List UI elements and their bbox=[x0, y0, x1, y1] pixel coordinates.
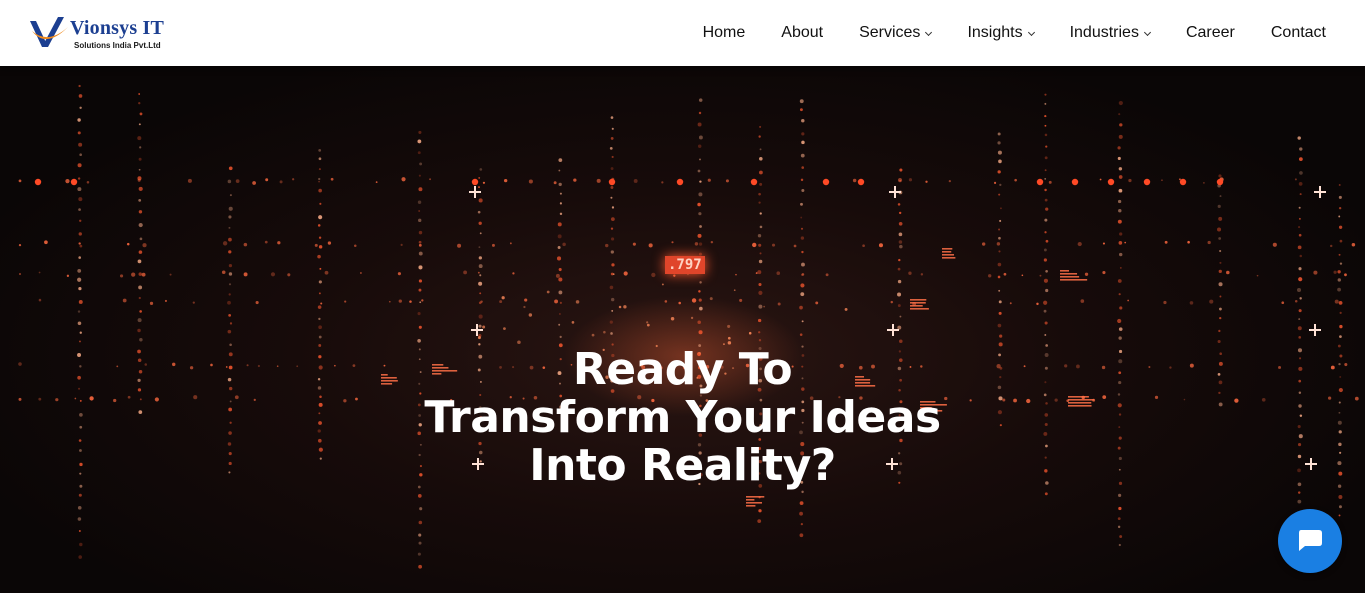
nav-career[interactable]: Career bbox=[1186, 24, 1235, 42]
nav-about[interactable]: About bbox=[781, 24, 823, 42]
hero-section: .797 Ready To Transform Your Ideas Into … bbox=[0, 66, 1365, 593]
nav-industries-label: Industries bbox=[1069, 24, 1139, 41]
nav-services-label: Services bbox=[859, 24, 921, 41]
nav-contact-label: Contact bbox=[1270, 24, 1326, 41]
hero-headline-line-2: Transform Your Ideas bbox=[424, 392, 941, 443]
chat-button[interactable] bbox=[1278, 509, 1342, 573]
hero-headline: Ready To Transform Your Ideas Into Reali… bbox=[0, 346, 1365, 490]
brand-subtitle: Solutions India Pvt.Ltd bbox=[74, 41, 161, 50]
hero-background-graphic bbox=[18, 84, 1359, 569]
nav-insights-label: Insights bbox=[967, 24, 1023, 41]
hero-headline-line-3: Into Reality? bbox=[529, 440, 836, 491]
brand-logo[interactable]: Vionsys IT Solutions India Pvt.Ltd bbox=[28, 13, 178, 55]
main-nav: Home About Services Insights Industries … bbox=[667, 0, 1326, 66]
site-header: Vionsys IT Solutions India Pvt.Ltd Home … bbox=[0, 0, 1365, 66]
nav-about-label: About bbox=[781, 24, 824, 41]
nav-career-label: Career bbox=[1185, 24, 1235, 41]
nav-insights[interactable]: Insights bbox=[967, 24, 1035, 42]
nav-home-label: Home bbox=[702, 24, 746, 41]
chat-bubble-icon bbox=[1299, 530, 1322, 551]
nav-home[interactable]: Home bbox=[703, 24, 746, 42]
vionsys-logo-icon bbox=[30, 17, 68, 47]
nav-services[interactable]: Services bbox=[859, 24, 933, 42]
hero-counter: .797 bbox=[665, 256, 705, 274]
nav-industries[interactable]: Industries bbox=[1069, 24, 1151, 42]
chevron-down-icon bbox=[1143, 28, 1151, 36]
chevron-down-icon bbox=[925, 28, 933, 36]
brand-name: Vionsys IT bbox=[70, 17, 165, 39]
hero-headline-line-1: Ready To bbox=[572, 344, 793, 395]
nav-contact[interactable]: Contact bbox=[1271, 24, 1326, 42]
chevron-down-icon bbox=[1027, 28, 1035, 36]
